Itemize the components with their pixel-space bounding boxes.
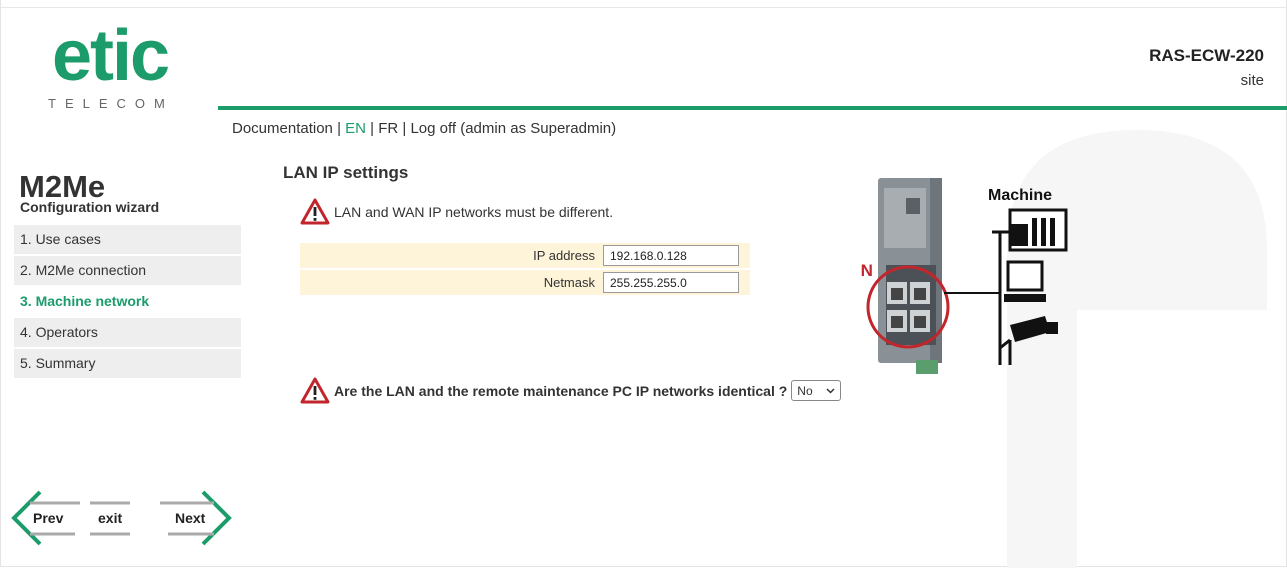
header-rule xyxy=(218,106,1287,110)
identical-networks-label: Are the LAN and the remote maintenance P… xyxy=(334,382,788,399)
wizard-step-machine-network[interactable]: 3. Machine network xyxy=(14,287,241,316)
prev-button[interactable]: Prev xyxy=(33,510,63,526)
device-name: RAS-ECW-220 xyxy=(1149,46,1264,65)
wizard-step-operators[interactable]: 4. Operators xyxy=(14,318,241,347)
documentation-link[interactable]: Documentation xyxy=(232,120,333,137)
warning-icon xyxy=(300,198,330,225)
lan-ip-form: IP address Netmask xyxy=(300,243,750,297)
logo-subtitle: TELECOM xyxy=(48,96,174,111)
chevron-down-icon xyxy=(826,387,835,394)
ip-address-label: IP address xyxy=(533,248,595,263)
ip-address-input[interactable] xyxy=(603,245,739,266)
next-button[interactable]: Next xyxy=(175,510,205,526)
machine-rack-icon xyxy=(992,208,1068,252)
netmask-input[interactable] xyxy=(603,272,739,293)
wizard-steps: 1. Use cases 2. M2Me connection 3. Machi… xyxy=(14,225,241,380)
logo-word: etic xyxy=(52,18,168,96)
wizard-step-use-cases[interactable]: 1. Use cases xyxy=(14,225,241,254)
netmask-label: Netmask xyxy=(543,275,595,290)
machine-label: Machine xyxy=(988,187,1052,204)
wizard-step-summary[interactable]: 5. Summary xyxy=(14,349,241,378)
exit-button[interactable]: exit xyxy=(98,510,122,526)
pc-icon xyxy=(1004,260,1046,302)
identical-networks-value: No xyxy=(797,383,813,398)
lan-diagram: LAN Machine xyxy=(838,170,1100,385)
m2me-logo-text: M2Me xyxy=(19,169,105,200)
netmask-row: Netmask xyxy=(300,270,750,295)
lang-en-link[interactable]: EN xyxy=(345,120,366,137)
wizard-step-m2me-connection[interactable]: 2. M2Me connection xyxy=(14,256,241,285)
network-warning-text: LAN and WAN IP networks must be differen… xyxy=(334,203,614,220)
camera-icon xyxy=(999,316,1058,365)
nav-separator: | xyxy=(365,120,379,137)
identical-networks-select[interactable]: No xyxy=(791,380,842,401)
top-navigation: Documentation | EN | FR | Log off (admin… xyxy=(232,120,616,137)
identical-networks-question: Are the LAN and the remote maintenance P… xyxy=(300,377,842,404)
wizard-title: Configuration wizard xyxy=(20,199,160,215)
page-title: LAN IP settings xyxy=(283,163,409,182)
warning-icon xyxy=(300,377,330,404)
ip-address-row: IP address xyxy=(300,243,750,268)
nav-separator: | xyxy=(332,120,346,137)
nav-separator: | xyxy=(398,120,411,137)
site-name: site xyxy=(1240,72,1264,89)
network-warning: LAN and WAN IP networks must be differen… xyxy=(300,198,613,225)
m2me-logo: M2Me xyxy=(19,168,129,204)
logoff-link[interactable]: Log off (admin as Superadmin) xyxy=(410,120,616,137)
wizard-navigation: Prev exit Next xyxy=(10,488,240,548)
lan-label: LAN xyxy=(860,261,873,280)
lang-fr-link[interactable]: FR xyxy=(378,120,398,137)
